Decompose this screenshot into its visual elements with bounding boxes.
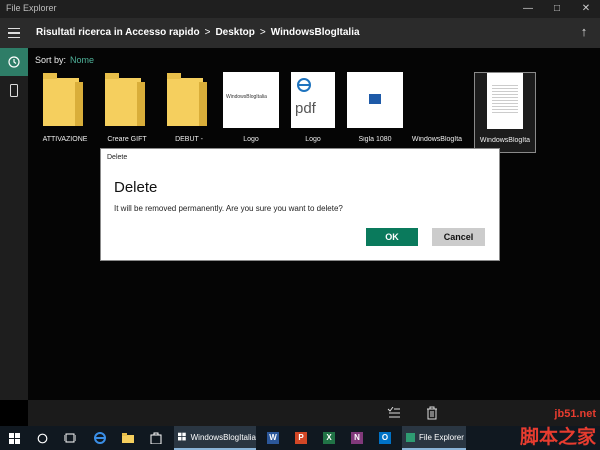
file-item-label: WindowsBlogIta — [411, 136, 463, 143]
folder-icon — [99, 72, 155, 128]
taskbar-app-windowsblogitalia[interactable]: WindowsBlogItalia — [174, 426, 256, 450]
maximize-button[interactable]: □ — [543, 0, 571, 18]
file-grid-area: Sort by: Nome ATTIVAZIONE Creare GIFT DEB… — [28, 48, 600, 400]
excel-icon[interactable]: X — [318, 426, 340, 450]
word-icon[interactable]: W — [262, 426, 284, 450]
path-bar: Risultati ricerca in Accesso rapido > Desk… — [0, 18, 600, 48]
minimize-button[interactable]: — — [514, 0, 542, 18]
file-item[interactable]: WindowsBlogItalia Logo — [221, 72, 281, 143]
delete-trash-icon[interactable] — [424, 405, 440, 421]
file-explorer-taskbar-icon[interactable] — [116, 426, 140, 450]
outlook-icon[interactable]: O — [374, 426, 396, 450]
hamburger-menu-icon[interactable] — [0, 18, 28, 48]
file-item-label: Logo — [243, 136, 259, 143]
pdf-label: pdf — [295, 100, 316, 117]
task-view-icon[interactable] — [58, 426, 82, 450]
delete-dialog: Delete Delete It will be removed permane… — [100, 148, 500, 261]
windows-logo-icon — [178, 432, 186, 441]
file-item[interactable]: Creare GIFT — [97, 72, 157, 143]
taskbar-app-label: File Explorer — [419, 432, 464, 442]
select-list-icon[interactable] — [386, 405, 402, 421]
file-explorer-app-icon — [406, 432, 415, 442]
up-arrow-icon[interactable]: ↑ — [574, 22, 594, 42]
dialog-title: Delete — [107, 154, 128, 161]
file-item[interactable]: ATTIVAZIONE — [35, 72, 95, 143]
store-icon[interactable] — [144, 426, 168, 450]
taskbar-app-file-explorer[interactable]: File Explorer — [402, 426, 466, 450]
powerpoint-icon[interactable]: P — [290, 426, 312, 450]
file-item-label: DEBUT - — [175, 136, 203, 143]
dialog-heading: Delete — [114, 179, 158, 196]
breadcrumb-separator: > — [259, 27, 266, 38]
watermark: jb51.net 脚本之家 — [500, 408, 600, 450]
breadcrumb-item-desktop[interactable]: Desktop — [215, 27, 254, 38]
folder-icon — [37, 72, 93, 128]
file-item-label: WindowsBlogIta — [479, 137, 531, 144]
file-item-label: Creare GIFT — [107, 136, 147, 143]
sort-by-label: Sort by: — [35, 55, 67, 65]
document-icon — [477, 73, 533, 129]
watermark-name: 脚本之家 — [519, 427, 596, 448]
title-bar: File Explorer — □ ✕ — [0, 0, 600, 18]
folder-icon — [161, 72, 217, 128]
sort-by-value[interactable]: Nome — [70, 55, 94, 65]
file-item[interactable]: DEBUT - — [159, 72, 219, 143]
ok-button[interactable]: OK — [366, 228, 418, 246]
breadcrumb: Risultati ricerca in Accesso rapido > Desk… — [36, 27, 360, 38]
pdf-file-icon: pdf — [285, 72, 341, 128]
file-item-selected[interactable]: WindowsBlogIta — [474, 72, 536, 153]
breadcrumb-item-search[interactable]: Risultati ricerca in Accesso rapido — [36, 27, 200, 38]
video-thumbnail — [347, 72, 403, 128]
watermark-url: jb51.net — [554, 408, 596, 420]
breadcrumb-separator: > — [204, 27, 211, 38]
onenote-icon[interactable]: N — [346, 426, 368, 450]
close-button[interactable]: ✕ — [572, 0, 600, 18]
edge-browser-icon[interactable] — [88, 426, 112, 450]
taskbar-app-label: WindowsBlogItalia — [190, 432, 256, 442]
left-nav — [0, 48, 28, 400]
file-item-label: ATTIVAZIONE — [42, 136, 88, 143]
cancel-button[interactable]: Cancel — [432, 228, 485, 246]
recent-clock-icon[interactable] — [0, 48, 28, 76]
file-item-label: Logo — [305, 136, 321, 143]
file-item[interactable]: WindowsBlogIta — [407, 72, 467, 143]
file-item[interactable]: Sigla 1080 — [345, 72, 405, 143]
start-windows-icon[interactable] — [0, 426, 28, 450]
image-thumbnail: WindowsBlogItalia — [223, 72, 279, 128]
file-icon — [409, 72, 465, 128]
window-title: File Explorer — [6, 3, 57, 13]
file-item-label: Sigla 1080 — [358, 136, 392, 143]
thumb-logo-text: WindowsBlogItalia — [226, 94, 267, 100]
phone-device-icon[interactable] — [0, 76, 28, 104]
dialog-message: It will be removed permanently. Are you … — [114, 204, 343, 213]
sort-by[interactable]: Sort by: Nome — [35, 55, 94, 65]
search-circle-icon[interactable] — [30, 426, 54, 450]
file-item[interactable]: pdf Logo — [283, 72, 343, 143]
breadcrumb-item-current[interactable]: WindowsBlogItalia — [271, 27, 360, 38]
